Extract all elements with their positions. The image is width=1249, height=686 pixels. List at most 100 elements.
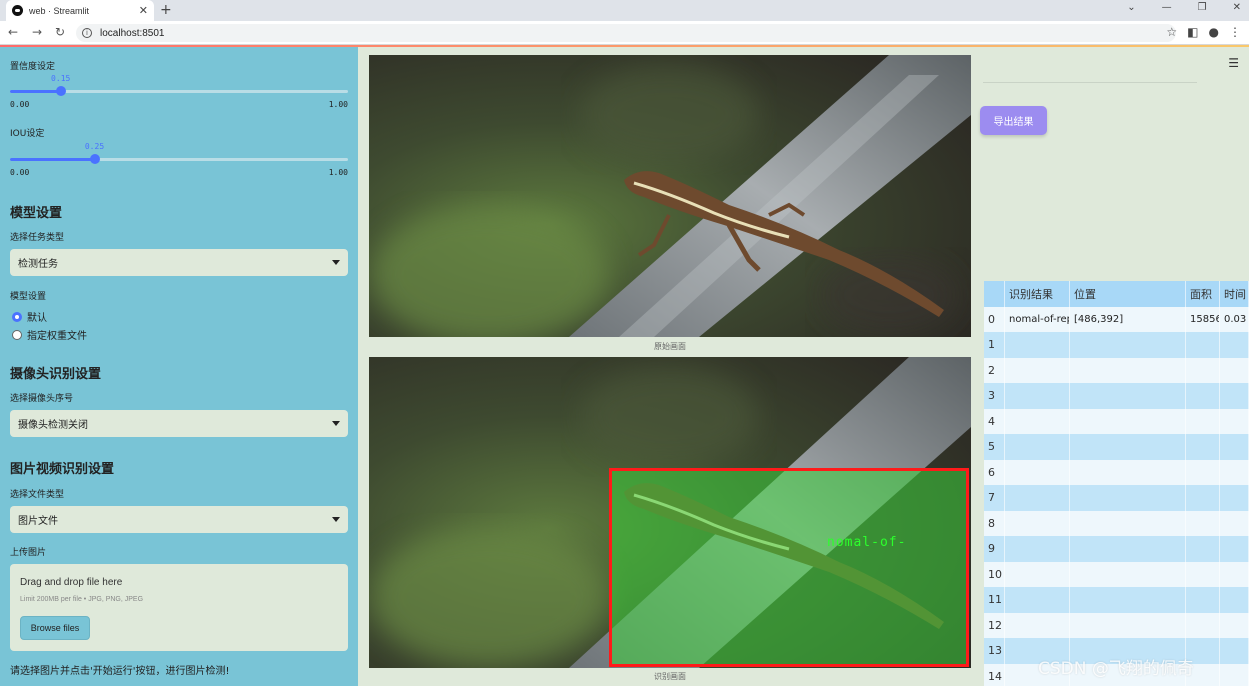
close-window-icon[interactable]: ✕ (1233, 2, 1241, 13)
profile-icon[interactable]: ● (1209, 25, 1219, 39)
table-cell (1070, 536, 1186, 562)
table-row[interactable]: 3 (984, 383, 1249, 409)
table-cell (1070, 434, 1186, 460)
table-cell (1070, 459, 1186, 485)
table-row[interactable]: 9 (984, 536, 1249, 562)
browse-files-button[interactable]: Browse files (20, 616, 90, 640)
task-type-select[interactable]: 检测任务 (10, 249, 348, 276)
new-tab-button[interactable]: + (160, 2, 172, 18)
chevron-down-icon (332, 260, 340, 265)
table-row[interactable]: 6 (984, 459, 1249, 485)
forward-arrow-icon[interactable]: → (32, 25, 42, 39)
original-image (369, 55, 971, 337)
browser-tabbar: web · Streamlit ✕ + ⌄ — ❐ ✕ (0, 0, 1249, 21)
table-cell (1005, 459, 1070, 485)
file-type-select[interactable]: 图片文件 (10, 506, 348, 533)
chevron-down-icon (332, 517, 340, 522)
table-row[interactable]: 12 (984, 612, 1249, 638)
table-cell (1220, 587, 1249, 613)
table-row[interactable]: 2 (984, 357, 1249, 383)
row-index: 12 (984, 612, 1005, 638)
camera-select[interactable]: 摄像头检测关闭 (10, 410, 348, 437)
table-row[interactable]: 7 (984, 485, 1249, 511)
table-row[interactable]: 4 (984, 408, 1249, 434)
table-row[interactable]: 0nomal-of-rep[486,392]1585620.03 (984, 306, 1249, 332)
table-row[interactable]: 5 (984, 434, 1249, 460)
reload-icon[interactable]: ↻ (55, 25, 65, 39)
slider-max: 1.00 (328, 168, 348, 177)
info-icon[interactable]: i (82, 28, 92, 38)
table-cell (1186, 536, 1220, 562)
column-header[interactable]: 位置 (1070, 281, 1186, 307)
export-results-button[interactable]: 导出结果 (980, 106, 1047, 135)
slider-fill (10, 158, 95, 161)
radio-custom-weights[interactable]: 指定权重文件 (12, 327, 87, 342)
right-divider (983, 82, 1197, 83)
results-table: 识别结果位置面积时间0nomal-of-rep[486,392]1585620.… (984, 281, 1249, 686)
row-index: 14 (984, 663, 1005, 686)
streamlit-tab-icon (12, 5, 23, 16)
row-index: 5 (984, 434, 1005, 460)
table-row[interactable]: 11 (984, 587, 1249, 613)
slider-value: 0.15 (51, 74, 71, 83)
table-row[interactable]: 1 (984, 332, 1249, 358)
restore-icon[interactable]: ❐ (1198, 2, 1207, 13)
table-cell: 0.03 (1220, 306, 1249, 332)
table-cell (1005, 383, 1070, 409)
slider-thumb[interactable] (89, 154, 100, 164)
tab-list-icon[interactable]: ⌄ (1127, 2, 1135, 13)
radio-unselected-icon[interactable] (12, 329, 22, 340)
iou-slider[interactable]: 0.25 0.00 1.00 (10, 142, 348, 178)
table-cell (1220, 536, 1249, 562)
browser-tab[interactable]: web · Streamlit ✕ (6, 0, 154, 21)
browser-menu-icon[interactable]: ⋮ (1229, 25, 1241, 39)
detection-caption: 识别画面 (654, 672, 686, 681)
confidence-slider[interactable]: 0.15 0.00 1.00 (10, 74, 348, 110)
row-index: 7 (984, 485, 1005, 511)
camera-index-label: 选择摄像头序号 (10, 394, 74, 404)
table-row[interactable]: 10 (984, 561, 1249, 587)
chevron-down-icon (332, 421, 340, 426)
table-cell (1220, 510, 1249, 536)
row-index: 2 (984, 357, 1005, 383)
url-field[interactable]: i localhost:8501 (76, 24, 1176, 42)
table-row[interactable]: 8 (984, 510, 1249, 536)
window-controls: ⌄ — ❐ ✕ (1127, 2, 1241, 13)
file-uploader[interactable]: Drag and drop file here Limit 200MB per … (10, 564, 348, 651)
uploader-limit: Limit 200MB per file • JPG, PNG, JPEG (20, 596, 144, 603)
row-index: 8 (984, 510, 1005, 536)
table-cell (1005, 408, 1070, 434)
table-cell (1220, 485, 1249, 511)
table-cell: nomal-of-rep (1005, 306, 1070, 332)
row-index: 3 (984, 383, 1005, 409)
column-header[interactable]: 时间 (1220, 281, 1249, 307)
original-image-graphic (369, 55, 971, 337)
row-index: 11 (984, 587, 1005, 613)
row-index: 10 (984, 561, 1005, 587)
slider-min: 0.00 (10, 100, 30, 109)
star-icon[interactable]: ☆ (1166, 25, 1177, 39)
radio-selected-icon[interactable] (12, 311, 22, 322)
table-cell (1005, 434, 1070, 460)
table-cell (1186, 408, 1220, 434)
file-type-value: 图片文件 (18, 516, 58, 527)
menu-icon[interactable]: ☰ (1228, 56, 1239, 70)
radio-label: 默认 (27, 313, 47, 324)
column-header[interactable] (984, 281, 1005, 307)
table-cell (1070, 485, 1186, 511)
column-header[interactable]: 识别结果 (1005, 281, 1070, 307)
table-cell (1005, 561, 1070, 587)
camera-settings-header: 摄像头识别设置 (10, 367, 102, 382)
table-cell (1005, 612, 1070, 638)
column-header[interactable]: 面积 (1186, 281, 1220, 307)
back-arrow-icon[interactable]: ← (8, 25, 18, 39)
radio-default[interactable]: 默认 (12, 309, 47, 324)
table-cell (1070, 383, 1186, 409)
file-type-label: 选择文件类型 (10, 490, 65, 500)
minimize-icon[interactable]: — (1162, 2, 1172, 13)
model-settings-header: 模型设置 (10, 206, 63, 221)
slider-thumb[interactable] (55, 86, 66, 96)
close-tab-icon[interactable]: ✕ (139, 4, 148, 17)
table-cell (1186, 561, 1220, 587)
sidebar-toggle-icon[interactable]: ◧ (1187, 25, 1198, 39)
